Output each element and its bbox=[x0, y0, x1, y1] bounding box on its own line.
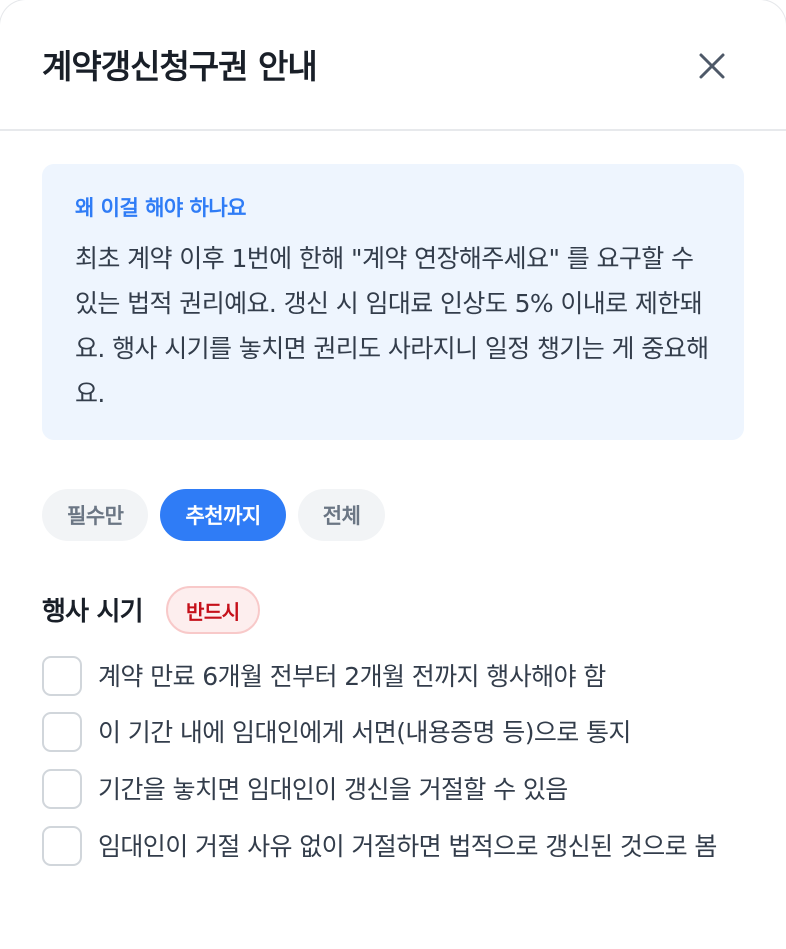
filter-chip-required[interactable]: 필수만 bbox=[42, 489, 149, 541]
bottom-sheet: 계약갱신청구권 안내 왜 이걸 해야 하나요 최초 계약 이후 1번에 한해 "… bbox=[0, 0, 786, 949]
checklist-item-text: 기간을 놓치면 임대인이 갱신을 거절할 수 있음 bbox=[98, 775, 568, 804]
checkbox[interactable] bbox=[42, 656, 82, 696]
info-box: 왜 이걸 해야 하나요 최초 계약 이후 1번에 한해 "계약 연장해주세요" … bbox=[42, 164, 744, 440]
section-title: 행사 시기 bbox=[42, 597, 144, 627]
close-icon bbox=[699, 53, 725, 79]
checkbox[interactable] bbox=[42, 826, 82, 866]
filter-chip-all[interactable]: 전체 bbox=[297, 489, 386, 541]
checklist-item-text: 임대인이 거절 사유 없이 거절하면 법적으로 갱신된 것으로 봄 bbox=[98, 832, 717, 861]
checkbox[interactable] bbox=[42, 769, 82, 809]
required-badge: 반드시 bbox=[166, 586, 260, 634]
checkbox[interactable] bbox=[42, 712, 82, 752]
info-body: 최초 계약 이후 1번에 한해 "계약 연장해주세요" 를 요구할 수 있는 법… bbox=[75, 244, 709, 408]
info-label: 왜 이걸 해야 하나요 bbox=[75, 196, 247, 220]
close-button[interactable] bbox=[688, 42, 736, 90]
dialog-title: 계약갱신청구권 안내 bbox=[42, 47, 318, 86]
filter-chip-recommended[interactable]: 추천까지 bbox=[160, 489, 286, 541]
filter-chips: 필수만 추천까지 전체 bbox=[42, 489, 386, 541]
sheet-header: 계약갱신청구권 안내 bbox=[0, 0, 786, 131]
checklist-item-text: 계약 만료 6개월 전부터 2개월 전까지 행사해야 함 bbox=[98, 662, 606, 691]
checklist-item-text: 이 기간 내에 임대인에게 서면(내용증명 등)으로 통지 bbox=[98, 718, 631, 747]
